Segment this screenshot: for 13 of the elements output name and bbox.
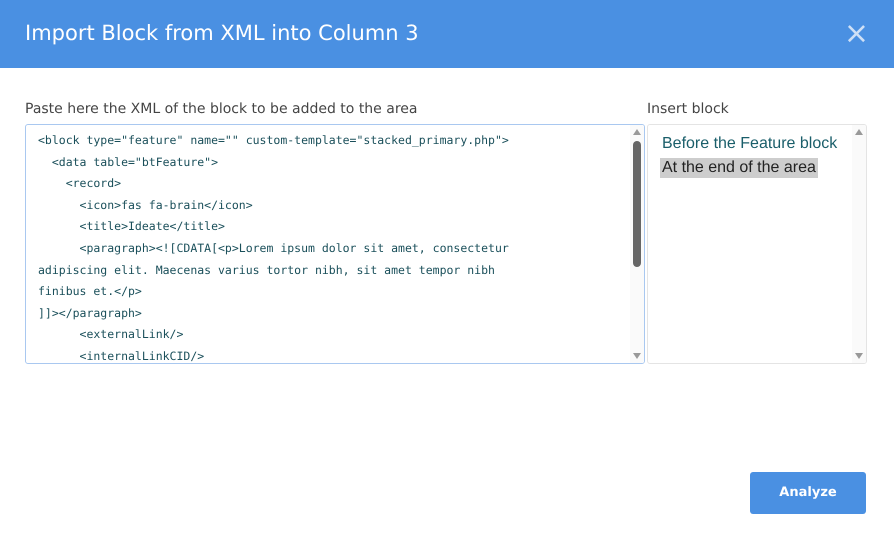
list-option[interactable]: At the end of the area [660, 158, 818, 178]
xml-text-area[interactable]: <block type="feature" name="" custom-template="stacked_primary.php"> <data table="btFeature"> <record> <icon>fas fa-brain</icon> <title>Ideate</title> <paragraph><![CDATA[<p>Lorem ipsum dolor sit amet, consectetur adipiscing elit. Maecenas varius tortor nibh, sit amet tempor nibh finibus et.</p> ]]></paragraph> <externalLink/> <internalLinkCID/> [25, 124, 645, 364]
list-option[interactable]: Before the Feature block [660, 134, 840, 154]
scrollbar[interactable] [852, 125, 866, 363]
scroll-up-icon[interactable] [855, 129, 863, 135]
field-label: Paste here the XML of the block to be added to the area [25, 100, 418, 119]
dialog-title: Import Block from XML into Column 3 [25, 20, 419, 48]
scroll-down-icon[interactable] [633, 353, 641, 359]
scroll-up-icon[interactable] [633, 129, 641, 135]
scroll-down-icon[interactable] [855, 353, 863, 359]
field-label: Insert block [647, 100, 730, 119]
scrollbar[interactable] [630, 125, 644, 363]
insert-block-list[interactable]: Before the Feature block At the end of the area [647, 124, 867, 364]
